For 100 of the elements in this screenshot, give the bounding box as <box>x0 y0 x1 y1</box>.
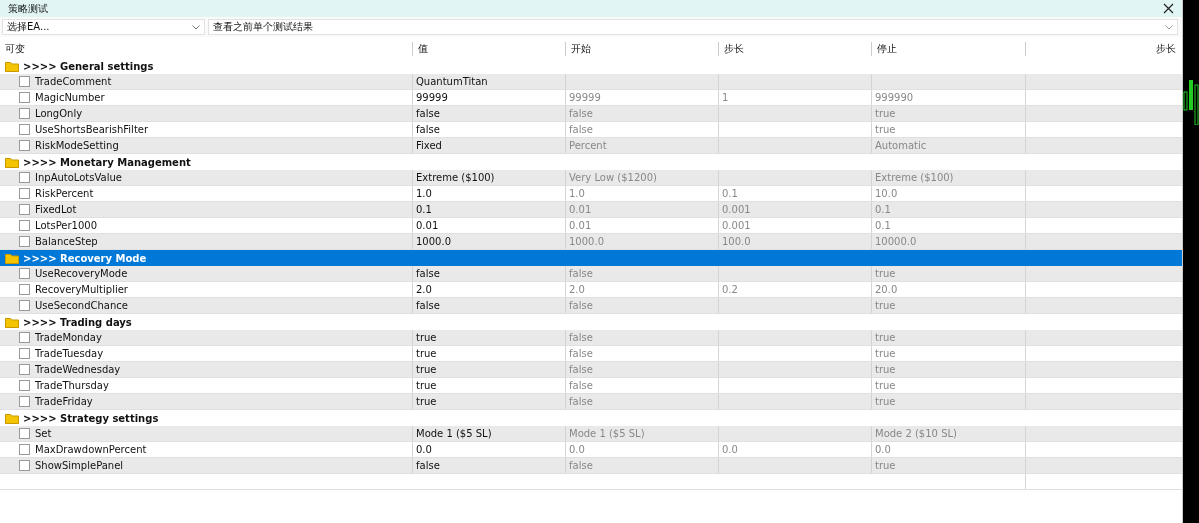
start-cell: false <box>569 124 593 135</box>
checkbox[interactable] <box>19 364 30 375</box>
checkbox[interactable] <box>19 300 30 311</box>
start-cell: Percent <box>569 140 607 151</box>
checkbox[interactable] <box>19 428 30 439</box>
parameter-name: InpAutoLotsValue <box>35 172 122 183</box>
start-cell: false <box>569 332 593 343</box>
value-cell: false <box>416 268 440 279</box>
parameter-name: TradeMonday <box>35 332 102 343</box>
parameter-name: TradeWednesday <box>35 364 121 375</box>
stop-cell: true <box>875 460 896 471</box>
folder-icon <box>5 252 19 264</box>
checkbox[interactable] <box>19 108 30 119</box>
stop-cell: true <box>875 348 896 359</box>
chevron-icon <box>192 24 200 30</box>
value-cell: true <box>416 332 437 343</box>
results-dropdown[interactable]: 查看之前单个测试结果 <box>208 19 1178 35</box>
checkbox[interactable] <box>19 188 30 199</box>
checkbox[interactable] <box>19 380 30 391</box>
step-cell: 0.0 <box>722 444 738 455</box>
stop-cell: 10000.0 <box>875 236 917 247</box>
folder-icon <box>5 60 19 72</box>
checkbox[interactable] <box>19 332 30 343</box>
parameter-name: TradeTuesday <box>35 348 104 359</box>
checkbox[interactable] <box>19 92 30 103</box>
checkbox[interactable] <box>19 284 30 295</box>
checkbox[interactable] <box>19 444 30 455</box>
start-cell: false <box>569 108 593 119</box>
value-cell: 0.0 <box>416 444 432 455</box>
checkbox[interactable] <box>19 220 30 231</box>
stop-cell: 20.0 <box>875 284 898 295</box>
start-cell: false <box>569 380 593 391</box>
group-row[interactable]: >>>> Recovery Mode <box>0 250 1182 266</box>
column-header[interactable]: 步长 <box>1156 42 1176 56</box>
stop-cell: true <box>875 380 896 391</box>
checkbox[interactable] <box>19 268 30 279</box>
checkbox[interactable] <box>19 348 30 359</box>
parameter-name: RiskPercent <box>35 188 94 199</box>
column-header[interactable]: 值 <box>418 42 428 56</box>
candlestick-icon <box>1183 80 1199 125</box>
stop-cell: true <box>875 396 896 407</box>
stop-cell: true <box>875 108 896 119</box>
stop-cell: 999990 <box>875 92 914 103</box>
parameter-name: Set <box>35 428 52 439</box>
stop-cell: true <box>875 364 896 375</box>
stop-cell: true <box>875 332 896 343</box>
stop-cell: Automatic <box>875 140 927 151</box>
checkbox[interactable] <box>19 236 30 247</box>
checkbox[interactable] <box>19 204 30 215</box>
start-cell: 0.0 <box>569 444 585 455</box>
checkbox[interactable] <box>19 460 30 471</box>
checkbox[interactable] <box>19 140 30 151</box>
stop-cell: 0.1 <box>875 220 891 231</box>
value-cell: 1000.0 <box>416 236 451 247</box>
step-cell: 0.2 <box>722 284 738 295</box>
value-cell: 99999 <box>416 92 448 103</box>
parameter-name: UseRecoveryMode <box>35 268 128 279</box>
checkbox[interactable] <box>19 172 30 183</box>
column-header[interactable]: 停止 <box>877 42 897 56</box>
value-cell: false <box>416 460 440 471</box>
column-header[interactable]: 开始 <box>571 42 591 56</box>
close-icon[interactable] <box>1163 3 1174 14</box>
parameter-name: RecoveryMultiplier <box>35 284 128 295</box>
step-cell: 0.001 <box>722 204 751 215</box>
start-cell: false <box>569 300 593 311</box>
stop-cell: Extreme ($100) <box>875 172 954 183</box>
checkbox[interactable] <box>19 396 30 407</box>
value-cell: Mode 1 ($5 SL) <box>416 428 492 439</box>
stop-cell: 0.0 <box>875 444 891 455</box>
value-cell: false <box>416 108 440 119</box>
column-header[interactable]: 可变 <box>5 42 25 56</box>
parameter-name: UseSecondChance <box>35 300 128 311</box>
stop-cell: Mode 2 ($10 SL) <box>875 428 957 439</box>
value-cell: true <box>416 348 437 359</box>
start-cell: 0.01 <box>569 204 592 215</box>
parameter-name: FixedLot <box>35 204 77 215</box>
start-cell: 1.0 <box>569 188 585 199</box>
start-cell: 2.0 <box>569 284 585 295</box>
folder-icon <box>5 316 19 328</box>
ea-dropdown[interactable]: 选择EA... <box>2 19 205 35</box>
column-header[interactable]: 步长 <box>724 42 744 56</box>
parameter-name: ShowSimplePanel <box>35 460 124 471</box>
checkbox[interactable] <box>19 76 30 87</box>
start-cell: false <box>569 348 593 359</box>
start-cell: false <box>569 364 593 375</box>
value-cell: 0.01 <box>416 220 439 231</box>
folder-icon <box>5 412 19 424</box>
step-cell: 0.001 <box>722 220 751 231</box>
value-cell: 0.1 <box>416 204 432 215</box>
parameter-name: TradeThursday <box>35 380 109 391</box>
start-cell: false <box>569 460 593 471</box>
parameter-name: TradeComment <box>35 76 112 87</box>
checkbox[interactable] <box>19 124 30 135</box>
value-cell: true <box>416 364 437 375</box>
value-cell: 2.0 <box>416 284 432 295</box>
stop-cell: true <box>875 268 896 279</box>
start-cell: Very Low ($1200) <box>569 172 657 183</box>
stop-cell: 10.0 <box>875 188 898 199</box>
parameter-name: TradeFriday <box>35 396 93 407</box>
value-cell: Extreme ($100) <box>416 172 495 183</box>
